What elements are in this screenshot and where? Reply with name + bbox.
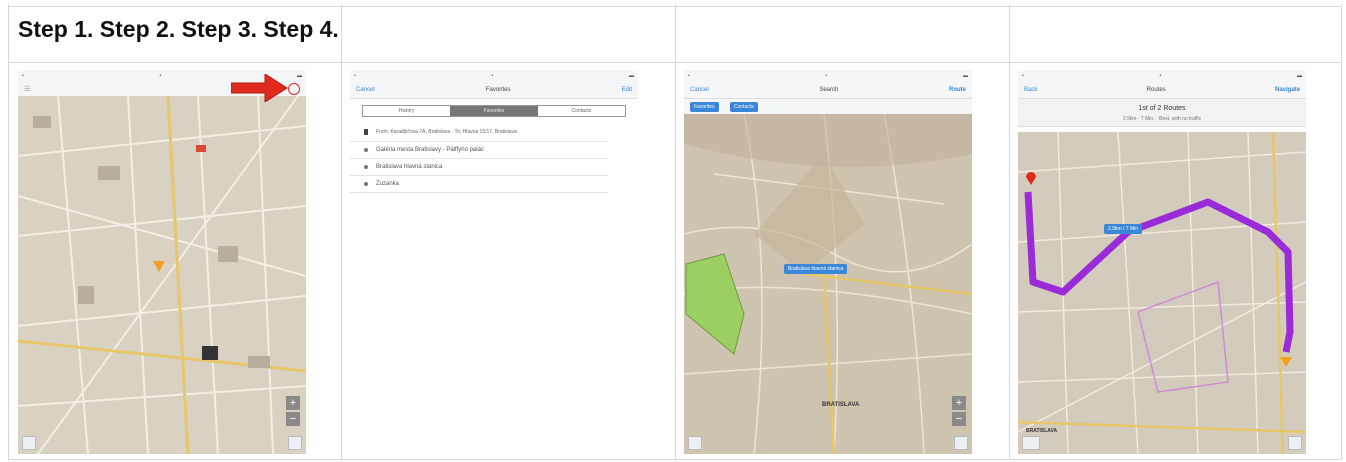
map-settings-button[interactable] xyxy=(954,436,968,450)
map-streets xyxy=(1018,131,1306,454)
route-button[interactable]: Route xyxy=(949,87,966,93)
list-item[interactable]: Bratislava hlavná stanica xyxy=(350,159,608,176)
nav-title: Search xyxy=(819,87,839,93)
destination-pin[interactable]: Bratislava hlavná stanica xyxy=(784,264,848,274)
tab-history[interactable]: History xyxy=(363,106,450,116)
status-bar: • • ▬ xyxy=(684,70,972,82)
view-mode-button[interactable] xyxy=(688,436,702,450)
star-icon xyxy=(364,182,368,186)
cancel-button[interactable]: Cancel xyxy=(690,87,709,93)
status-bar: • • ▬ xyxy=(1018,70,1306,82)
cancel-button[interactable]: Cancel xyxy=(356,87,375,93)
favorites-button[interactable] xyxy=(288,83,300,95)
back-button[interactable]: Back xyxy=(1024,87,1037,93)
edit-button[interactable]: Edit xyxy=(622,87,632,93)
route-pin[interactable]: 2.9km / 7 Min xyxy=(1104,224,1143,234)
status-bar: • • ▬ xyxy=(350,70,638,82)
step1-screenshot: • • ▬ ☰ + − xyxy=(18,70,306,454)
zoom-out-button[interactable]: − xyxy=(286,412,300,426)
list-item-label: Bratislava hlavná stanica xyxy=(376,164,443,170)
divider xyxy=(1009,4,1010,460)
divider xyxy=(675,4,676,460)
list-item-label: Zuzanka xyxy=(376,181,400,187)
segmented-control: History Favorites Contacts xyxy=(362,105,626,117)
nav-bar: Back Routes Navigate xyxy=(1018,82,1306,99)
map-streets xyxy=(18,95,306,454)
divider xyxy=(1341,4,1342,460)
step3-screenshot: • • ▬ Cancel Search Route Favorites Contac… xyxy=(684,70,972,454)
map-view[interactable]: + − xyxy=(18,95,306,454)
arrow-icon xyxy=(231,74,288,102)
zoom-out-button[interactable]: − xyxy=(952,412,966,426)
nav-title: Favorites xyxy=(485,87,511,93)
map-settings-button[interactable] xyxy=(1288,436,1302,450)
contacts-chip[interactable]: Contacts xyxy=(730,102,758,112)
tab-favorites[interactable]: Favorites xyxy=(450,106,538,116)
list-item[interactable]: From: Karadžičova 7A, Bratislava · To: H… xyxy=(350,123,608,142)
zoom-in-button[interactable]: + xyxy=(952,396,966,410)
flag-icon xyxy=(364,129,368,135)
map-view[interactable]: 2.9km / 7 Min BRATISLAVA xyxy=(1018,131,1306,454)
divider xyxy=(341,4,342,460)
divider xyxy=(8,4,9,460)
map-label: BRATISLAVA xyxy=(822,402,860,408)
list-item-label: Galéria mesta Bratislavy - Pálffyho palá… xyxy=(376,147,484,153)
zoom-in-button[interactable]: + xyxy=(286,396,300,410)
map-settings-button[interactable] xyxy=(288,436,302,450)
route-count: 1st of 2 Routes xyxy=(1138,105,1186,112)
list-item[interactable]: Galéria mesta Bratislavy - Pálffyho palá… xyxy=(350,142,608,159)
navigate-button[interactable]: Navigate xyxy=(1275,87,1300,93)
route-summary[interactable]: 1st of 2 Routes 2.9km · 7 Min. · Best, w… xyxy=(1018,99,1306,127)
list-item[interactable]: Zuzanka xyxy=(350,176,608,193)
map-label: BRATISLAVA xyxy=(1026,428,1058,434)
map-view[interactable]: Bratislava hlavná stanica BRATISLAVA + − xyxy=(684,113,972,454)
page-title: Step 1. Step 2. Step 3. Step 4. xyxy=(18,16,339,42)
nav-bar: Cancel Favorites Edit xyxy=(350,82,638,99)
star-icon xyxy=(364,165,368,169)
route-info: 2.9km · 7 Min. · Best, with no traffic xyxy=(1122,116,1202,122)
view-mode-button[interactable] xyxy=(1022,436,1040,450)
nav-title: Routes xyxy=(1146,87,1166,93)
tab-contacts[interactable]: Contacts xyxy=(538,106,625,116)
view-mode-button[interactable] xyxy=(22,436,36,450)
nav-bar: Cancel Search Route xyxy=(684,82,972,99)
favorites-chip[interactable]: Favorites xyxy=(690,102,719,112)
menu-icon[interactable]: ☰ xyxy=(24,85,30,93)
step2-screenshot: • • ▬ Cancel Favorites Edit History Favori… xyxy=(350,70,638,454)
step4-screenshot: • • ▬ Back Routes Navigate 1st of 2 Routes… xyxy=(1018,70,1306,454)
star-icon xyxy=(364,148,368,152)
list-item-label: From: Karadžičova 7A, Bratislava · To: H… xyxy=(376,129,517,135)
